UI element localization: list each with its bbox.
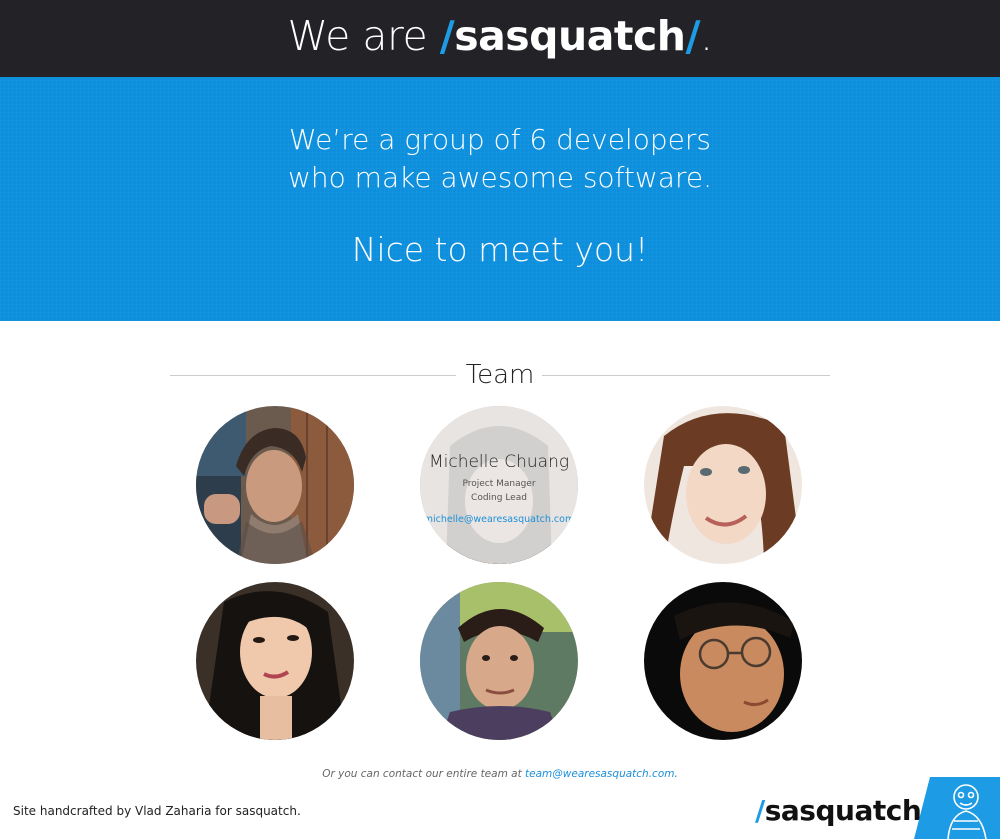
team-section-header: Team <box>170 360 830 392</box>
team-heading: Team <box>465 360 535 390</box>
site-title: We are /sasquatch/. <box>0 12 1000 60</box>
footer-logo-brand: sasquatch <box>764 794 922 827</box>
footer-logo-slash-open: / <box>755 794 765 827</box>
title-brand: sasquatch <box>454 12 686 60</box>
member-name: Michelle Chuang <box>428 452 570 472</box>
contact-note: Or you can contact our entire team at te… <box>0 768 1000 780</box>
team-member-5[interactable] <box>420 582 578 740</box>
site-title-prefix: We are <box>287 12 440 60</box>
team-member-1[interactable] <box>196 406 354 564</box>
footer-credit: Site handcrafted by Vlad Zaharia for sas… <box>13 804 301 818</box>
member-role-2: Coding Lead <box>471 493 527 503</box>
member-email-link[interactable]: michelle@wearesasquatch.com <box>420 514 578 525</box>
title-slash-open: / <box>439 12 455 60</box>
hero-line-1: We’re a group of 6 developers <box>289 123 711 156</box>
hero-banner: We’re a group of 6 developers who make a… <box>0 77 1000 321</box>
top-bar: We are /sasquatch/. <box>0 0 1000 77</box>
team-member-3-photo <box>644 406 802 564</box>
team-member-4-photo <box>196 582 354 740</box>
team-member-6-photo <box>644 582 802 740</box>
team-member-4[interactable] <box>196 582 354 740</box>
member-info-overlay: Michelle Chuang Project Manager Coding L… <box>420 406 578 564</box>
team-member-6[interactable] <box>644 582 802 740</box>
hero-greeting: Nice to meet you! <box>351 230 649 269</box>
team-email-link[interactable]: team@wearesasquatch.com <box>525 768 674 780</box>
title-slash-close: / <box>685 12 700 60</box>
sasquatch-mascot-icon <box>914 777 1000 839</box>
team-member-1-photo <box>196 406 354 564</box>
team-member-5-photo <box>420 582 578 740</box>
title-suffix: . <box>699 12 713 60</box>
contact-text: Or you can contact our entire team at <box>322 768 526 780</box>
team-member-3[interactable] <box>644 406 802 564</box>
team-member-2[interactable]: Michelle Chuang Project Manager Coding L… <box>420 406 578 564</box>
contact-end: . <box>674 768 678 780</box>
member-role-1: Project Manager <box>462 479 536 489</box>
footer-logo[interactable]: /sasquatch/ <box>755 794 931 827</box>
hero-line-2: who make awesome software. <box>287 161 712 194</box>
